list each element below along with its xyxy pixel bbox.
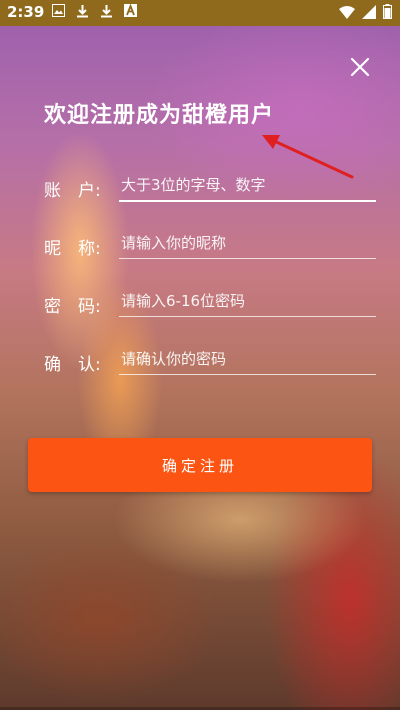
password-label: 密 码: — [44, 297, 101, 317]
battery-icon — [383, 4, 392, 23]
signal-icon — [362, 4, 376, 23]
download-icon — [76, 4, 89, 19]
nickname-input[interactable] — [119, 228, 376, 259]
account-label: 账 户: — [44, 181, 101, 201]
download-icon — [100, 4, 113, 19]
password-input[interactable] — [119, 286, 376, 317]
status-bar: 2:39 — [0, 0, 400, 26]
password-row: 密 码: — [44, 286, 376, 326]
page-title: 欢迎注册成为甜橙用户 — [44, 103, 275, 128]
wifi-icon — [339, 4, 355, 23]
account-row: 账 户: — [44, 170, 376, 210]
status-time: 2:39 — [7, 3, 45, 21]
image-icon — [52, 4, 65, 19]
confirm-row: 确 认: — [44, 344, 376, 384]
app-icon — [124, 3, 137, 19]
nickname-label: 昵 称: — [44, 239, 101, 259]
close-icon — [350, 57, 370, 77]
close-button[interactable] — [345, 52, 375, 82]
account-input[interactable] — [119, 170, 376, 202]
nickname-row: 昵 称: — [44, 228, 376, 268]
confirm-label: 确 认: — [44, 355, 101, 375]
register-button[interactable]: 确定注册 — [28, 438, 372, 492]
confirm-password-input[interactable] — [119, 344, 376, 375]
